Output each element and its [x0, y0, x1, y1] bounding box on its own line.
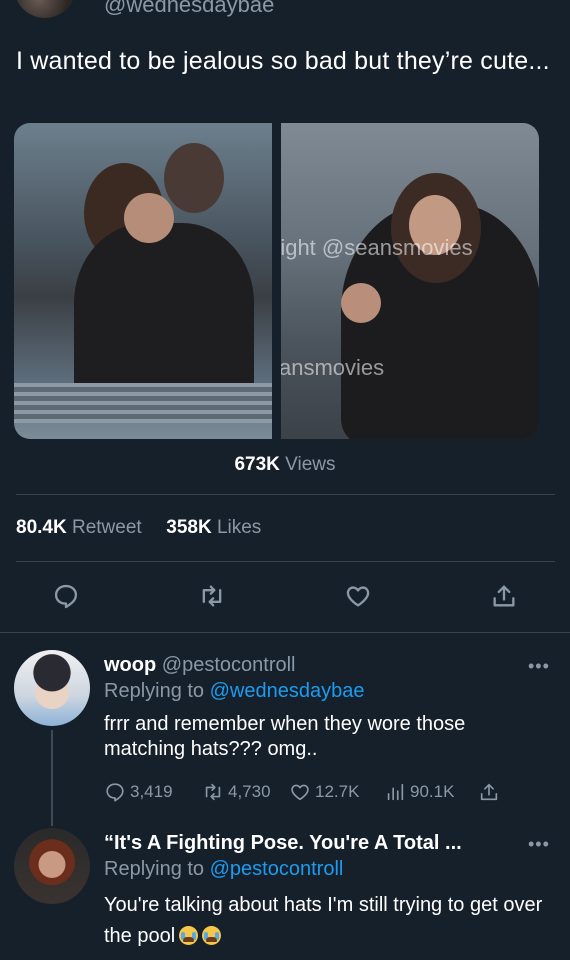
tweet-author-row: @wednesdaybae [0, 0, 570, 18]
reply-header: “It's A Fighting Pose. You're A Total ..… [104, 832, 462, 855]
retweet-count: 4,730 [228, 782, 271, 801]
reply-count: 3,419 [130, 782, 173, 801]
replying-prefix: Replying to [104, 858, 205, 880]
retweet-label[interactable]: Retweet [72, 517, 142, 538]
replying-prefix: Replying to [104, 680, 205, 702]
tweet-media[interactable]: right @seansmovies ansmovies [14, 123, 539, 439]
loudly-crying-face-icon [202, 926, 222, 945]
reply-header: woop @pestocontroll [104, 654, 295, 677]
like-icon [291, 784, 309, 801]
divider [0, 632, 570, 633]
watermark-1: right @seansmovies [281, 235, 473, 260]
views-icon [387, 783, 404, 801]
photo-right[interactable]: right @seansmovies ansmovies [281, 123, 539, 439]
likes-count[interactable]: 358K [166, 517, 211, 538]
retweet-icon [205, 783, 221, 801]
tweet-text: I wanted to be jealous so bad but they’r… [16, 47, 550, 75]
like-count: 12.7K [315, 782, 360, 801]
replying-to: Replying to @wednesdaybae [104, 680, 364, 703]
reply-action-share[interactable] [478, 781, 504, 803]
like-icon[interactable] [340, 578, 376, 614]
replying-to: Replying to @pestocontroll [104, 858, 343, 881]
display-name[interactable]: “It's A Fighting Pose. You're A Total ..… [104, 832, 462, 854]
divider [16, 561, 555, 562]
views-count: 90.1K [410, 782, 455, 801]
retweet-count[interactable]: 80.4K [16, 517, 67, 538]
reply-action-retweet[interactable]: 4,730 [202, 781, 271, 803]
more-options-icon[interactable]: ••• [528, 834, 550, 855]
more-options-icon[interactable]: ••• [528, 656, 550, 677]
user-handle[interactable]: @pestocontroll [162, 654, 296, 676]
display-name[interactable]: woop [104, 654, 156, 676]
author-handle[interactable]: @wednesdaybae [104, 0, 274, 18]
reply-action-views[interactable]: 90.1K [384, 781, 454, 803]
loudly-crying-face-icon [179, 926, 199, 945]
avatar[interactable] [14, 828, 90, 904]
watermark-2: ansmovies [281, 355, 385, 380]
engagement-stats: 80.4K Retweet 358K Likes [16, 517, 261, 539]
reply-action-like[interactable]: 12.7K [289, 781, 359, 803]
views-count: 673K [234, 454, 280, 475]
photo-left[interactable] [14, 123, 272, 439]
replying-to-link[interactable]: @wednesdaybae [210, 680, 365, 702]
author-avatar[interactable] [14, 0, 76, 18]
views-row: 673K Views [0, 454, 570, 476]
reply-text: You're talking about hats I'm still tryi… [104, 894, 543, 947]
tweet-action-bar [0, 578, 570, 618]
reply-text: frrr and remember when they wore those m… [104, 713, 466, 760]
reply-icon [106, 783, 124, 802]
reply-icon[interactable] [48, 578, 84, 614]
views-label: Views [285, 454, 336, 475]
reply-text-block: You're talking about hats I'm still tryi… [104, 890, 544, 952]
avatar[interactable] [14, 650, 90, 726]
share-icon[interactable] [486, 578, 522, 614]
likes-label[interactable]: Likes [217, 517, 261, 538]
thread-line [51, 730, 53, 826]
reply-action-reply[interactable]: 3,419 [104, 781, 173, 803]
retweet-icon[interactable] [194, 578, 230, 614]
replying-to-link[interactable]: @pestocontroll [210, 858, 344, 880]
divider [16, 494, 555, 495]
share-icon [480, 783, 498, 801]
